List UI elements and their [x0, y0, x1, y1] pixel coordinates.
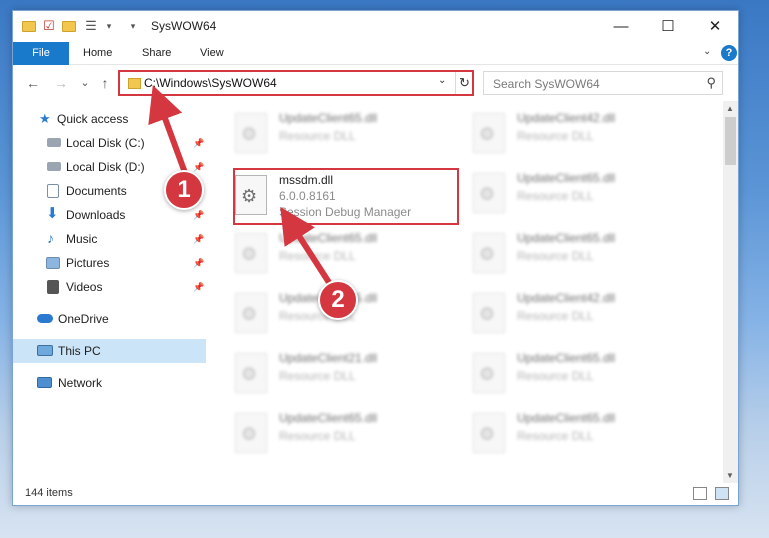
arrow-to-file — [280, 206, 333, 287]
annotation-arrows — [148, 85, 333, 287]
callout-2: 2 — [318, 280, 358, 320]
arrow-to-address — [148, 85, 187, 173]
callout-1: 1 — [164, 170, 204, 210]
